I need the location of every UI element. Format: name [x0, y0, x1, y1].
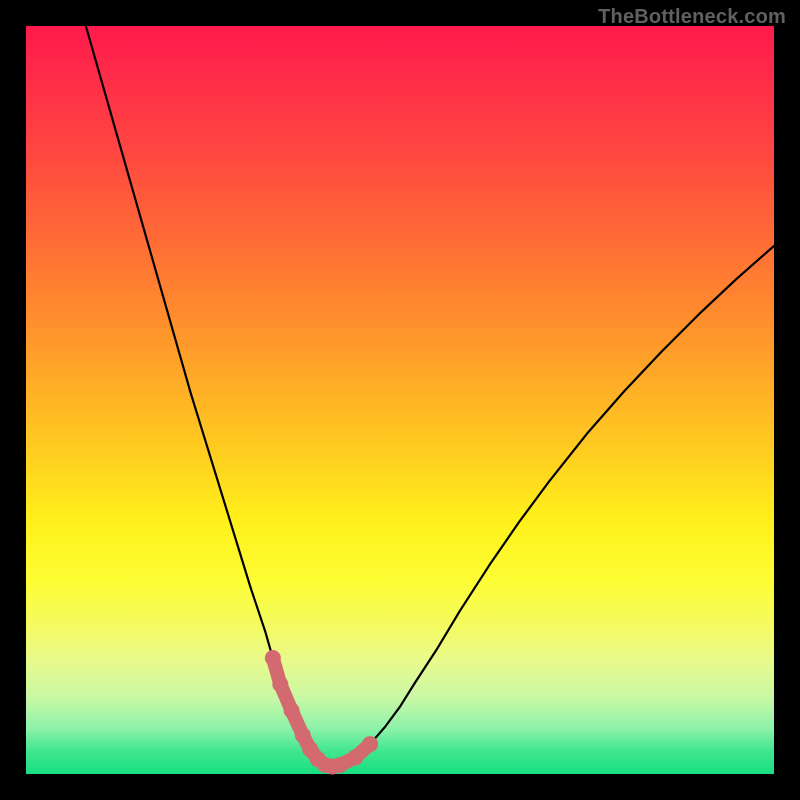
plot-area [26, 26, 774, 774]
highlight-dot [284, 702, 300, 718]
series-highlight-minimum [265, 650, 378, 774]
chart-stage: TheBottleneck.com [0, 0, 800, 800]
highlight-dot [332, 757, 348, 773]
highlight-dot [265, 650, 281, 666]
highlight-dot [295, 727, 311, 743]
bottleneck-curve-path [86, 26, 774, 767]
highlight-dot [362, 736, 378, 752]
series-bottleneck-curve [86, 26, 774, 767]
highlight-dot [272, 676, 288, 692]
chart-svg [26, 26, 774, 774]
highlight-dot [347, 750, 363, 766]
watermark-text: TheBottleneck.com [598, 6, 786, 29]
